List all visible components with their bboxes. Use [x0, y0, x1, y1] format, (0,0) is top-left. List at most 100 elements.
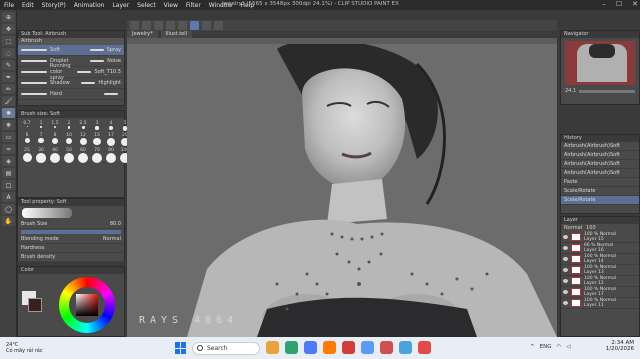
subtool-item[interactable]: Running color spray Soft_T10.5: [18, 63, 124, 81]
history-item[interactable]: Airbrush(Airbrush)Soft: [561, 160, 639, 169]
menu-select[interactable]: Select: [137, 2, 156, 9]
saturation-square[interactable]: [76, 294, 98, 316]
lasso-icon[interactable]: ◌: [2, 48, 15, 58]
grid-icon[interactable]: [214, 21, 223, 30]
brush-size-option[interactable]: 1: [35, 121, 47, 131]
figure-icon[interactable]: □: [2, 180, 15, 190]
subtool-item[interactable]: Soft Spray: [18, 45, 124, 56]
taskbar-app-icon[interactable]: [304, 341, 317, 354]
eye-icon[interactable]: [563, 301, 568, 305]
brush-size-option[interactable]: 40: [49, 148, 61, 163]
history-item[interactable]: Airbrush(Airbrush)Soft: [561, 151, 639, 160]
ruler-icon[interactable]: [202, 21, 211, 30]
decoration-icon[interactable]: ❋: [2, 120, 15, 130]
brush-size-option[interactable]: 30: [35, 148, 47, 163]
eye-icon[interactable]: [563, 290, 568, 294]
move-icon[interactable]: ✥: [2, 24, 15, 34]
redo-icon[interactable]: [178, 21, 187, 30]
save-icon[interactable]: [154, 21, 163, 30]
wifi-icon[interactable]: ◠: [556, 344, 561, 350]
taskbar-app-icon[interactable]: [418, 341, 431, 354]
pencil-icon[interactable]: ✏: [2, 84, 15, 94]
layer-row[interactable]: 100 % Normal Layer 14: [561, 254, 639, 265]
eye-icon[interactable]: [563, 257, 568, 261]
taskbar-app-icon[interactable]: [266, 341, 279, 354]
layer-row[interactable]: 100 % Normal Layer 17: [561, 287, 639, 298]
layer-row[interactable]: 100 % Normal Layer 15: [561, 232, 639, 243]
eye-icon[interactable]: [563, 268, 568, 272]
property-row[interactable]: Brush density: [18, 253, 124, 262]
blend-icon[interactable]: ≈: [2, 144, 15, 154]
brush-size-option[interactable]: 3: [91, 121, 103, 131]
brush-size-option[interactable]: 70: [91, 148, 103, 163]
property-row[interactable]: Blending mode Normal: [18, 235, 124, 244]
taskbar-app-icon[interactable]: [323, 341, 336, 354]
brush-size-option[interactable]: 12: [77, 133, 89, 147]
navigator-zoom[interactable]: 24.1: [565, 88, 576, 94]
weather-widget[interactable]: 24°C Có mây rải rác: [0, 342, 43, 354]
pen-icon[interactable]: ✒: [2, 72, 15, 82]
maximize-icon[interactable]: ☐: [616, 0, 622, 8]
history-item[interactable]: Paste: [561, 178, 639, 187]
brush-size-option[interactable]: 2.5: [77, 121, 89, 131]
canvas-artwork[interactable]: [127, 44, 557, 337]
property-row[interactable]: Brush Size 80.0: [18, 220, 124, 229]
eyedropper-icon[interactable]: ✎: [2, 60, 15, 70]
layer-row[interactable]: 100 % Normal Layer 13: [561, 265, 639, 276]
layer-blend-mode[interactable]: Normal: [564, 225, 582, 231]
menu-edit[interactable]: Edit: [22, 2, 34, 9]
brush-size-option[interactable]: 8: [49, 133, 61, 147]
menu-file[interactable]: File: [4, 2, 14, 9]
hand-icon[interactable]: ✋: [2, 216, 15, 226]
chevron-up-icon[interactable]: ^: [530, 344, 535, 350]
text-icon[interactable]: A: [2, 192, 15, 202]
brush-size-option[interactable]: 80: [105, 148, 117, 163]
history-item[interactable]: Airbrush(Airbrush)Soft: [561, 169, 639, 178]
brush-size-option[interactable]: 2: [63, 121, 75, 131]
brush-size-option[interactable]: 15: [91, 133, 103, 147]
balloon-icon[interactable]: ◯: [2, 204, 15, 214]
airbrush-icon[interactable]: ✺: [2, 108, 15, 118]
eraser-icon[interactable]: ▭: [2, 132, 15, 142]
layer-opacity[interactable]: 100: [586, 225, 596, 231]
snap-icon[interactable]: [190, 21, 199, 30]
windows-start-icon[interactable]: [175, 342, 187, 354]
taskbar-app-icon[interactable]: [342, 341, 355, 354]
subtool-tab[interactable]: Airbrush: [18, 38, 124, 45]
history-item[interactable]: Scale/Rotate: [561, 187, 639, 196]
zoom-icon[interactable]: ⊕: [2, 12, 15, 22]
property-row[interactable]: Hardness: [18, 244, 124, 253]
zoom-slider[interactable]: [579, 89, 635, 93]
subtool-item[interactable]: Shadow Highlight: [18, 78, 124, 89]
brush-size-option[interactable]: 60: [77, 148, 89, 163]
brush-size-option[interactable]: 1.5: [49, 121, 61, 131]
sub-color-swatch[interactable]: [28, 298, 42, 312]
history-item[interactable]: Scale/Rotate: [561, 196, 639, 205]
fill-icon[interactable]: ◈: [2, 156, 15, 166]
minimize-icon[interactable]: –: [602, 0, 606, 8]
layer-row[interactable]: 100 % Normal Layer 11: [561, 298, 639, 309]
brush-size-option[interactable]: 4: [105, 121, 117, 131]
brush-size-option[interactable]: 0.7: [21, 121, 33, 131]
close-icon[interactable]: ✕: [632, 0, 638, 8]
canvas-area[interactable]: RAYS 4864: [127, 31, 557, 337]
new-icon[interactable]: [130, 21, 139, 30]
menu-layer[interactable]: Layer: [112, 2, 129, 9]
volume-icon[interactable]: ◁: [566, 344, 570, 350]
open-icon[interactable]: [142, 21, 151, 30]
brush-size-option[interactable]: 7: [35, 133, 47, 147]
taskbar-app-icon[interactable]: [361, 341, 374, 354]
menu-filter[interactable]: Filter: [186, 2, 201, 9]
history-item[interactable]: Airbrush(Airbrush)Soft: [561, 142, 639, 151]
undo-icon[interactable]: [166, 21, 175, 30]
menu-animation[interactable]: Animation: [74, 2, 105, 9]
color-wheel[interactable]: [59, 277, 115, 333]
gradient-icon[interactable]: ▤: [2, 168, 15, 178]
brush-size-option[interactable]: 50: [63, 148, 75, 163]
brush-size-option[interactable]: 17: [105, 133, 117, 147]
canvas-tab-jewelry[interactable]: Jewelry*: [127, 31, 158, 38]
brush-size-slider[interactable]: [21, 230, 121, 234]
taskbar-app-icon[interactable]: [380, 341, 393, 354]
language-indicator[interactable]: ENG: [540, 344, 552, 350]
taskbar-app-icon[interactable]: [285, 341, 298, 354]
